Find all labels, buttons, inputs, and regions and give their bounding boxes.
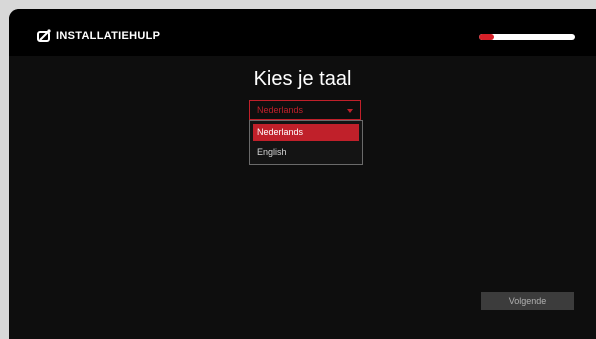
- language-select-value: Nederlands: [257, 105, 304, 115]
- setup-progress-fill: [479, 34, 495, 40]
- language-option-nederlands[interactable]: Nederlands: [253, 124, 359, 141]
- header-bar: INSTALLATIEHULP: [9, 9, 596, 56]
- chevron-down-icon: [347, 109, 353, 113]
- page-title: Kies je taal: [253, 68, 352, 90]
- tv-screen: INSTALLATIEHULP Kies je taal Nederlands …: [9, 9, 596, 339]
- language-option-english[interactable]: English: [253, 144, 359, 161]
- language-dropdown-list: Nederlands English: [249, 120, 363, 165]
- header-title: INSTALLATIEHULP: [56, 30, 161, 42]
- language-select[interactable]: Nederlands: [249, 100, 361, 120]
- next-button[interactable]: Volgende: [481, 292, 574, 310]
- tv-logo-icon: [37, 29, 51, 42]
- setup-progress-bar: [479, 34, 575, 40]
